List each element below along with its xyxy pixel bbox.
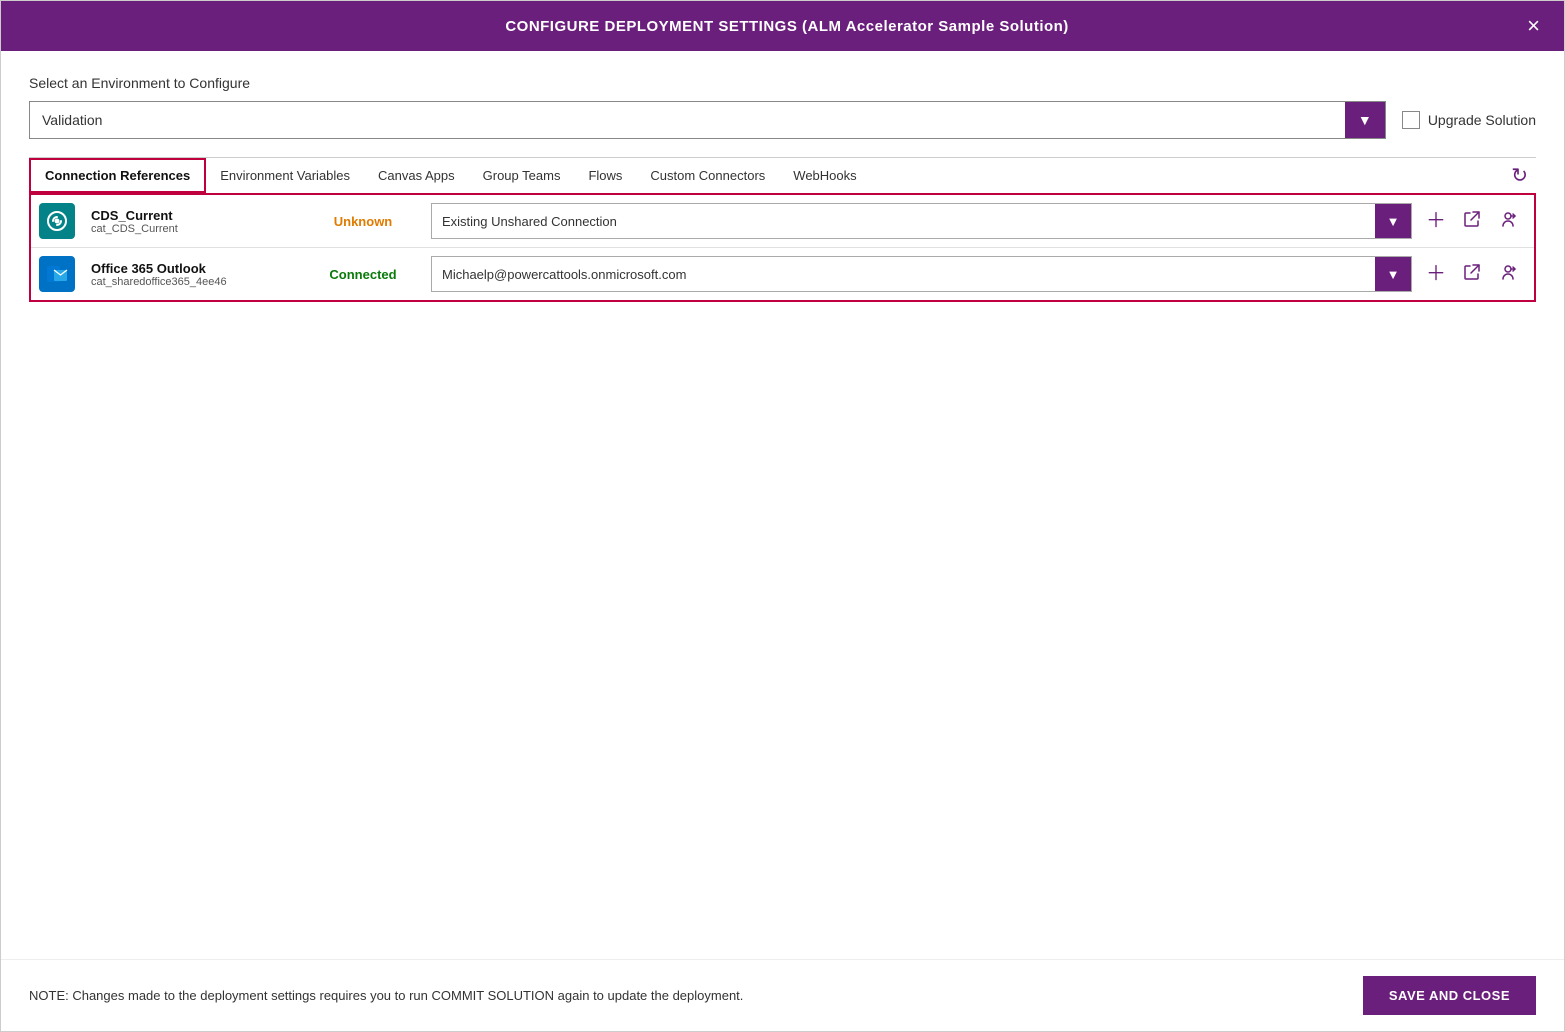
share-connection-button-outlook[interactable] (1492, 258, 1524, 290)
conn-subname-cds: cat_CDS_Current (91, 223, 295, 235)
conn-dropdown-cds[interactable]: Existing Unshared Connection ▼ (431, 203, 1412, 239)
share-connection-button-cds[interactable] (1492, 205, 1524, 237)
cds-icon-wrapper (31, 195, 83, 247)
conn-subname-outlook: cat_sharedoffice365_4ee46 (91, 276, 295, 288)
environment-dropdown-arrow[interactable]: ▼ (1345, 102, 1385, 138)
table-row: CDS_Current cat_CDS_Current Unknown Exis… (31, 195, 1534, 248)
conn-actions-cds: ＋ (1420, 205, 1534, 237)
chevron-down-icon: ▼ (1387, 267, 1400, 282)
conn-name-block-cds: CDS_Current cat_CDS_Current (83, 208, 303, 235)
connection-table: CDS_Current cat_CDS_Current Unknown Exis… (29, 193, 1536, 302)
tab-connection-references[interactable]: Connection References (29, 158, 206, 193)
outlook-icon (39, 256, 75, 292)
tab-group-teams[interactable]: Group Teams (469, 160, 575, 191)
tab-custom-connectors[interactable]: Custom Connectors (636, 160, 779, 191)
conn-name-block-outlook: Office 365 Outlook cat_sharedoffice365_4… (83, 261, 303, 288)
tab-webhooks[interactable]: WebHooks (779, 160, 870, 191)
tab-environment-variables[interactable]: Environment Variables (206, 160, 364, 191)
add-connection-button-outlook[interactable]: ＋ (1420, 260, 1452, 288)
upgrade-solution-label: Upgrade Solution (1428, 112, 1536, 128)
conn-status-cds: Unknown (303, 214, 423, 229)
cds-icon (39, 203, 75, 239)
chevron-down-icon: ▼ (1358, 112, 1372, 128)
add-connection-button-cds[interactable]: ＋ (1420, 207, 1452, 235)
conn-dropdown-outlook[interactable]: Michaelp@powercattools.onmicrosoft.com ▼ (431, 256, 1412, 292)
open-connection-button-outlook[interactable] (1456, 258, 1488, 290)
dialog-footer: NOTE: Changes made to the deployment set… (1, 959, 1564, 1031)
conn-dropdown-value-cds: Existing Unshared Connection (432, 214, 1375, 229)
conn-actions-outlook: ＋ (1420, 258, 1534, 290)
outlook-icon-wrapper (31, 248, 83, 300)
chevron-down-icon: ▼ (1387, 214, 1400, 229)
tabs-row: Connection References Environment Variab… (29, 157, 1536, 193)
environment-dropdown-value: Validation (30, 112, 1345, 128)
save-and-close-button[interactable]: SAVE AND CLOSE (1363, 976, 1536, 1015)
conn-name-cds: CDS_Current (91, 208, 295, 223)
conn-name-outlook: Office 365 Outlook (91, 261, 295, 276)
dialog-container: CONFIGURE DEPLOYMENT SETTINGS (ALM Accel… (0, 0, 1565, 1032)
conn-dropdown-arrow-outlook[interactable]: ▼ (1375, 257, 1411, 291)
select-environment-label: Select an Environment to Configure (29, 75, 1536, 91)
upgrade-solution-checkbox[interactable] (1402, 111, 1420, 129)
close-button[interactable]: × (1523, 15, 1544, 37)
footer-note: NOTE: Changes made to the deployment set… (29, 988, 743, 1003)
refresh-icon[interactable]: ↻ (1503, 159, 1536, 192)
conn-status-outlook: Connected (303, 267, 423, 282)
table-row: Office 365 Outlook cat_sharedoffice365_4… (31, 248, 1534, 300)
dialog-title: CONFIGURE DEPLOYMENT SETTINGS (ALM Accel… (51, 18, 1523, 35)
environment-select-row: Validation ▼ Upgrade Solution (29, 101, 1536, 139)
conn-dropdown-value-outlook: Michaelp@powercattools.onmicrosoft.com (432, 267, 1375, 282)
dialog-body: Select an Environment to Configure Valid… (1, 51, 1564, 959)
tab-canvas-apps[interactable]: Canvas Apps (364, 160, 469, 191)
open-connection-button-cds[interactable] (1456, 205, 1488, 237)
tab-flows[interactable]: Flows (574, 160, 636, 191)
upgrade-solution-row: Upgrade Solution (1402, 111, 1536, 129)
conn-dropdown-arrow-cds[interactable]: ▼ (1375, 204, 1411, 238)
environment-dropdown[interactable]: Validation ▼ (29, 101, 1386, 139)
dialog-header: CONFIGURE DEPLOYMENT SETTINGS (ALM Accel… (1, 1, 1564, 51)
